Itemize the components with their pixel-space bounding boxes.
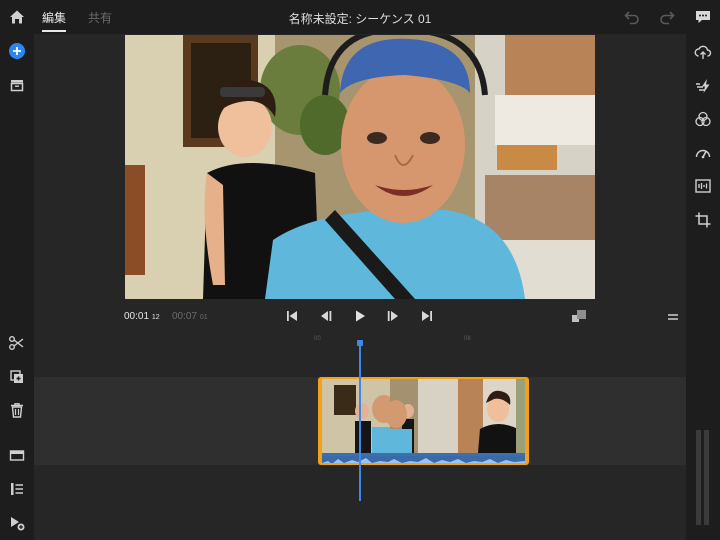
audio-waveform — [322, 453, 525, 463]
add-media-icon[interactable] — [8, 42, 26, 60]
track-icon[interactable] — [8, 446, 26, 464]
list-icon[interactable] — [8, 480, 26, 498]
comment-icon[interactable] — [694, 8, 712, 26]
speed-icon[interactable] — [694, 144, 712, 162]
delete-icon[interactable] — [8, 401, 26, 419]
sequence-title: 名称未設定: シーケンス 01 — [288, 12, 432, 26]
undo-icon[interactable] — [623, 8, 641, 26]
go-to-start-icon[interactable] — [285, 309, 299, 323]
auto-adjust-icon[interactable] — [694, 77, 712, 95]
audio-icon[interactable] — [694, 177, 712, 195]
upload-icon[interactable] — [694, 43, 712, 61]
preview-frame-image — [125, 35, 595, 299]
current-frames: 12 — [151, 314, 160, 321]
left-toolbar — [0, 34, 34, 540]
color-icon[interactable] — [694, 110, 712, 128]
go-to-end-icon[interactable] — [420, 309, 434, 323]
step-back-icon[interactable] — [319, 309, 333, 323]
clip-thumbnails — [322, 379, 525, 453]
audio-meter-right — [704, 430, 709, 525]
top-bar: 編集 共有 名称未設定: シーケンス 01 — [0, 0, 720, 34]
play-icon[interactable] — [353, 309, 367, 323]
crop-icon[interactable] — [694, 211, 712, 229]
current-timecode: 00:01 12 — [124, 311, 160, 322]
duplicate-icon[interactable] — [8, 368, 26, 386]
projects-icon[interactable] — [8, 76, 26, 94]
current-time: 00:01 — [124, 311, 150, 322]
audio-meter-left — [696, 430, 701, 525]
ruler-mark: 08 — [464, 336, 471, 342]
total-time: 00:07 — [172, 311, 198, 322]
playhead[interactable] — [359, 343, 361, 501]
fit-view-icon[interactable] — [571, 309, 587, 323]
panel-menu-icon[interactable] — [668, 313, 678, 321]
step-forward-icon[interactable] — [386, 309, 400, 323]
add-clip-icon[interactable] — [8, 514, 26, 532]
video-preview[interactable] — [125, 35, 595, 299]
total-timecode: 00:07 01 — [172, 311, 208, 322]
split-icon[interactable] — [8, 334, 26, 352]
redo-icon[interactable] — [658, 8, 676, 26]
total-frames: 01 — [199, 314, 208, 321]
ruler-mark: 00 — [314, 336, 321, 342]
